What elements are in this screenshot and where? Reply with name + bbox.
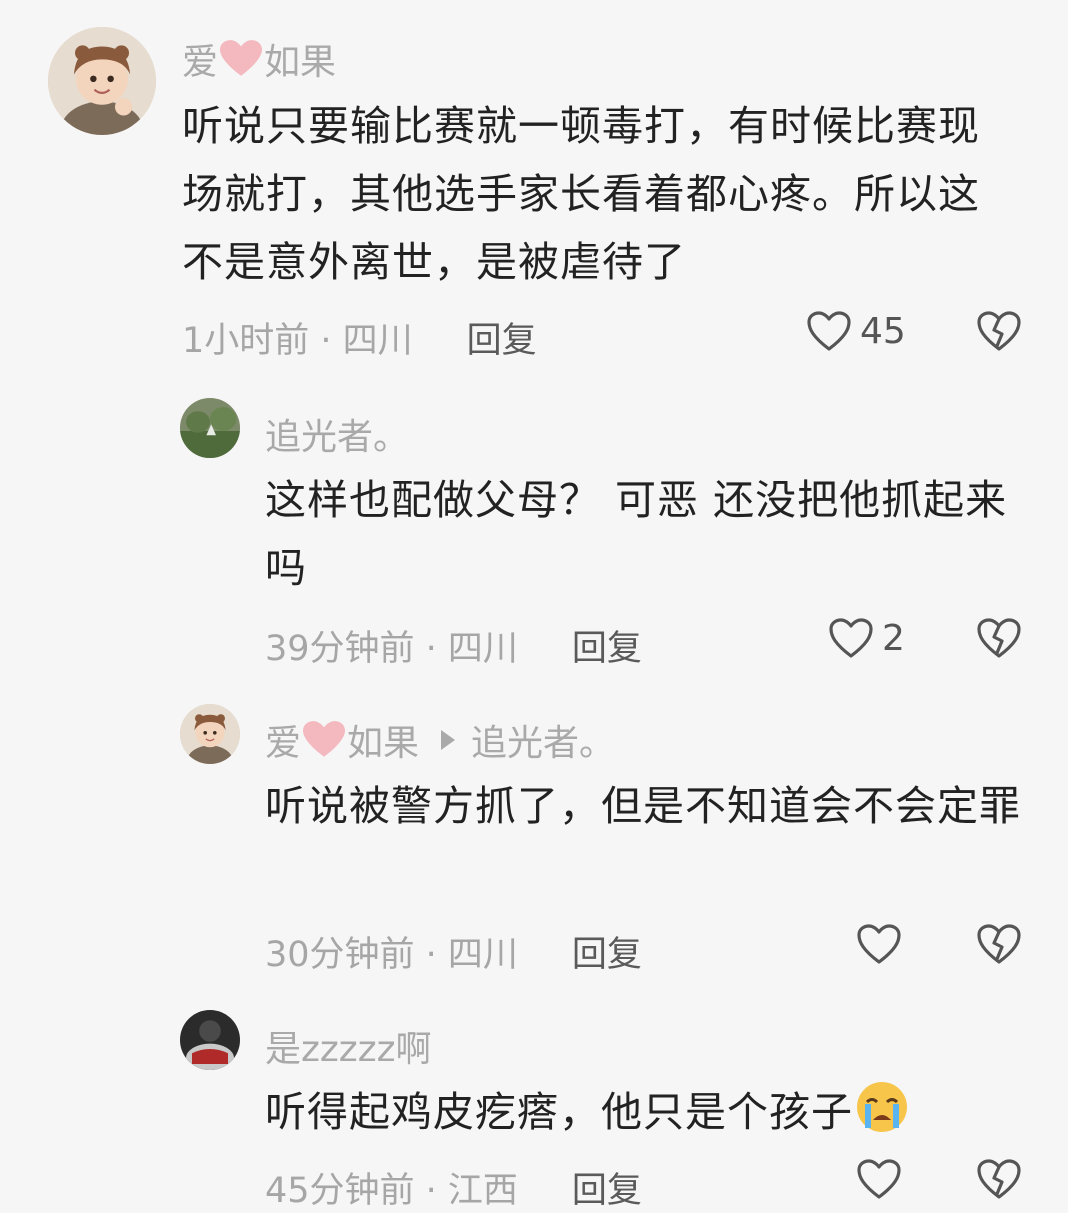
like-button[interactable]: 2: [828, 617, 905, 659]
like-count: 2: [882, 617, 905, 659]
heart-outline-icon: [828, 617, 874, 659]
broken-heart-icon: [976, 1158, 1022, 1200]
comment-text: 听得起鸡皮疙瘩，他只是个孩子: [265, 1078, 1035, 1146]
comment-meta: 1小时前 · 四川 回复: [182, 312, 537, 363]
like-button[interactable]: [856, 1158, 902, 1200]
comment-text: 这样也配做父母？ 可恶 还没把他抓起来吗: [265, 476, 1008, 592]
comment-meta: 39分钟前 · 四川 回复: [265, 620, 642, 671]
like-button[interactable]: 45: [806, 310, 906, 352]
comment-text: 听说被警方抓了，但是不知道会不会定罪: [265, 782, 1021, 830]
reply-to-arrow-icon: [441, 730, 456, 750]
avatar[interactable]: [48, 27, 156, 135]
broken-heart-icon: [976, 617, 1022, 659]
crying-face-icon: [855, 1080, 909, 1134]
time-location: 45分钟前 · 江西: [265, 1171, 518, 1211]
time-location: 1小时前 · 四川: [182, 321, 413, 361]
pink-heart-icon: [220, 40, 263, 78]
dislike-button[interactable]: [976, 1158, 1022, 1200]
avatar[interactable]: [180, 704, 240, 764]
pink-heart-icon: [303, 721, 346, 759]
like-count: 45: [860, 310, 906, 352]
avatar-girl-icon: [180, 704, 240, 764]
avatar-girl-icon: [48, 27, 156, 135]
username[interactable]: 爱 如果 追光者。: [265, 714, 615, 766]
comment-meta: 30分钟前 · 四川 回复: [265, 926, 642, 977]
reply-button[interactable]: 回复: [467, 312, 537, 363]
avatar-dark-icon: [180, 1010, 240, 1070]
reply-button[interactable]: 回复: [572, 620, 642, 671]
username[interactable]: 是zzzzz啊: [265, 1020, 431, 1072]
username[interactable]: 追光者。: [265, 408, 409, 460]
dislike-button[interactable]: [976, 310, 1022, 352]
time-location: 30分钟前 · 四川: [265, 935, 518, 975]
dislike-button[interactable]: [976, 617, 1022, 659]
avatar[interactable]: [180, 1010, 240, 1070]
heart-outline-icon: [856, 1158, 902, 1200]
like-button[interactable]: [856, 923, 902, 965]
username[interactable]: 爱 如果: [182, 33, 336, 85]
comment-meta: 45分钟前 · 江西 回复: [265, 1162, 642, 1213]
heart-outline-icon: [856, 923, 902, 965]
comment-text: 听说只要输比赛就一顿毒打，有时候比赛现场就打，其他选手家长看着都心疼。所以这不是…: [182, 102, 980, 286]
heart-outline-icon: [806, 310, 852, 352]
broken-heart-icon: [976, 310, 1022, 352]
avatar[interactable]: [180, 398, 240, 458]
avatar-landscape-icon: [180, 398, 240, 458]
time-location: 39分钟前 · 四川: [265, 629, 518, 669]
dislike-button[interactable]: [976, 923, 1022, 965]
broken-heart-icon: [976, 923, 1022, 965]
reply-button[interactable]: 回复: [572, 926, 642, 977]
reply-button[interactable]: 回复: [572, 1162, 642, 1213]
reply-to-username[interactable]: 追光者。: [471, 714, 615, 766]
